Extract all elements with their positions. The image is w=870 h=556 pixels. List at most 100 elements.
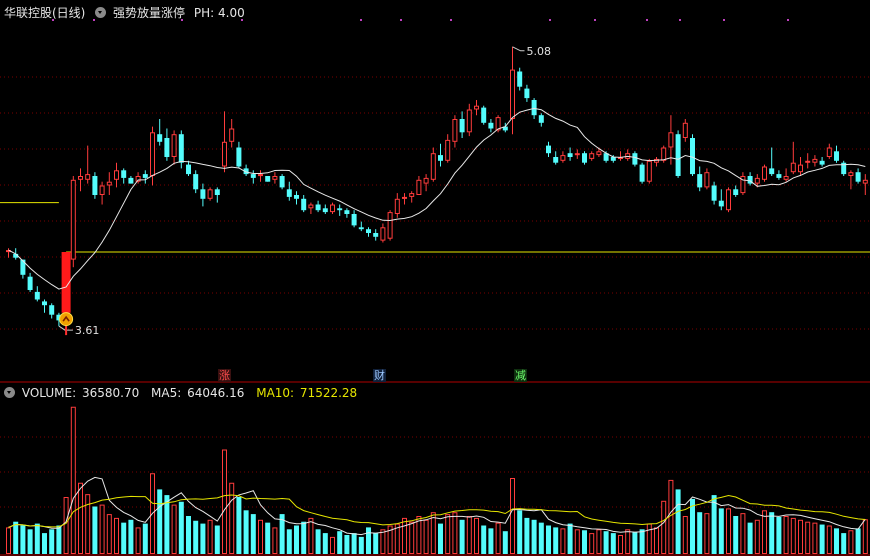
candle-body-105	[762, 166, 767, 180]
candle-body-67	[488, 122, 494, 129]
volume-bar-117	[848, 530, 854, 554]
volume-bar-0	[6, 527, 11, 555]
candle-body-28	[207, 189, 213, 199]
candle-body-15	[114, 170, 119, 180]
candle-body-101	[733, 189, 739, 195]
candle-body-71	[517, 71, 523, 87]
volume-bar-5	[42, 533, 47, 554]
signal-badge-icon	[59, 312, 74, 327]
volume-bar-30	[222, 449, 227, 554]
volume-menu-icon[interactable]	[4, 387, 15, 398]
volume-bar-47	[344, 535, 350, 554]
volume-bar-14	[106, 514, 112, 554]
volume-bar-48	[351, 533, 357, 554]
volume-bar-46	[337, 531, 343, 554]
candle-body-30	[222, 141, 227, 167]
candle-body-104	[754, 177, 760, 184]
volume-bar-81	[589, 533, 595, 554]
volume-bar-108	[783, 516, 789, 554]
volume-bar-63	[459, 519, 465, 554]
candle-body-107	[776, 174, 782, 178]
volume-bar-2	[20, 525, 26, 554]
volume-label: VOLUME:	[21, 386, 77, 400]
volume-bar-27	[200, 523, 206, 554]
volume-bar-77	[560, 528, 566, 554]
volume-bar-101	[733, 516, 739, 554]
candle-body-57	[416, 179, 422, 196]
volume-bar-98	[711, 495, 717, 554]
volume-bar-3	[27, 529, 33, 554]
volume-bar-32	[236, 497, 242, 554]
volume-bar-67	[488, 528, 494, 554]
volume-bar-68	[495, 522, 501, 555]
top-marker-12	[787, 19, 789, 21]
volume-bar-22	[164, 495, 170, 554]
candle-body-32	[236, 147, 242, 167]
volume-bar-111	[805, 521, 811, 555]
top-marker-10	[679, 19, 681, 21]
volume-bar-10	[78, 482, 83, 554]
candle-body-31	[229, 128, 235, 142]
candle-body-36	[265, 176, 271, 182]
volume-bar-118	[855, 528, 861, 554]
volume-bar-115	[834, 528, 839, 554]
volume-bar-89	[646, 523, 652, 554]
candle-body-40	[294, 195, 299, 199]
candle-body-45	[330, 204, 335, 213]
volume-bar-24	[178, 501, 184, 554]
candle-body-74	[538, 115, 544, 123]
volume-bar-104	[754, 519, 760, 554]
volume-bar-34	[250, 514, 256, 554]
volume-bar-4	[34, 523, 40, 554]
volume-bar-105	[762, 510, 767, 554]
event-marker-rise[interactable]: 涨	[218, 369, 231, 382]
volume-bar-106	[769, 512, 775, 554]
volume-bar-100	[726, 508, 731, 554]
candle-body-53	[387, 212, 393, 239]
volume-panel-header: VOLUME: 36580.70 MA5: 64046.16 MA10: 715…	[4, 386, 365, 400]
candle-body-44	[322, 208, 328, 213]
indicator-menu-icon[interactable]	[95, 7, 107, 18]
candle-body-12	[92, 176, 98, 195]
volume-bar-60	[438, 523, 443, 554]
candle-body-80	[582, 153, 587, 163]
candle-body-42	[308, 204, 314, 209]
candle-body-39	[286, 189, 292, 197]
candle-body-34	[250, 174, 256, 178]
volume-bar-58	[423, 519, 429, 554]
price-ma-line	[8, 107, 866, 290]
indicator-name: 强势放量涨停	[113, 6, 186, 20]
chart-canvas: 5.08 3.61	[0, 19, 870, 556]
volume-bar-9	[70, 406, 76, 554]
volume-bar-41	[301, 521, 307, 554]
candle-body-111	[805, 160, 811, 163]
candle-body-17	[128, 177, 134, 184]
candle-body-109	[790, 162, 796, 173]
volume-bar-28	[207, 519, 213, 554]
volume-value: 36580.70	[81, 386, 140, 400]
event-marker-reduce[interactable]: 减	[514, 369, 527, 382]
candle-body-93	[675, 134, 681, 176]
candle-body-49	[358, 227, 364, 230]
volume-bar-37	[272, 527, 278, 555]
candle-body-99	[718, 200, 724, 207]
volume-bar-39	[286, 529, 292, 554]
candle-body-19	[142, 174, 148, 178]
candle-body-21	[157, 134, 163, 142]
volume-bar-99	[718, 508, 724, 554]
volume-bar-36	[265, 522, 271, 554]
volume-bar-6	[49, 529, 55, 554]
volume-bar-94	[682, 516, 688, 554]
candle-body-72	[524, 88, 530, 99]
volume-bar-62	[452, 512, 458, 555]
volume-bar-31	[229, 482, 235, 554]
volume-bar-50	[366, 527, 371, 554]
candle-body-110	[798, 164, 803, 173]
volume-bar-23	[171, 504, 177, 555]
candle-body-92	[668, 132, 674, 148]
volume-bar-107	[776, 516, 782, 554]
candle-body-2	[20, 259, 26, 275]
event-marker-finance[interactable]: 财	[373, 369, 386, 382]
volume-bar-79	[574, 529, 580, 554]
volume-bar-70	[510, 478, 515, 554]
